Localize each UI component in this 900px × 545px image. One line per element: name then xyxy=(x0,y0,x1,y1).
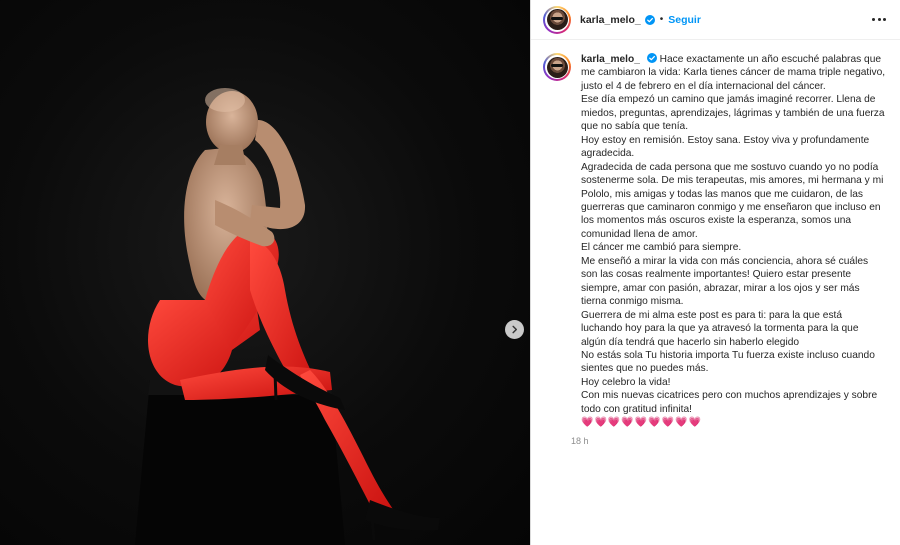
follow-button[interactable]: Seguir xyxy=(668,14,701,26)
post-timestamp[interactable]: 18 h xyxy=(571,436,886,446)
caption-username[interactable]: karla_melo_ xyxy=(581,54,640,65)
post-side-panel: karla_melo_ • Seguir karla_melo_ Hace ex… xyxy=(530,0,900,545)
avatar[interactable] xyxy=(543,5,571,34)
verified-badge-icon xyxy=(644,14,655,25)
caption-line: Hoy estoy en remisión. Estoy sana. Estoy… xyxy=(581,134,870,160)
caption-line: Hoy celebro la vida! xyxy=(581,376,671,388)
caption-line: El cáncer me cambió para siempre. xyxy=(581,242,742,254)
caption-line: Guerrera de mi alma este post es para ti… xyxy=(581,309,859,348)
post-header: karla_melo_ • Seguir xyxy=(531,0,900,40)
photo-illustration xyxy=(135,88,440,545)
next-image-button[interactable] xyxy=(505,320,524,339)
hearts-emoji: 💗💗💗💗💗💗💗💗💗 xyxy=(581,417,703,429)
username[interactable]: karla_melo_ xyxy=(580,14,641,26)
separator: • xyxy=(659,14,664,25)
caption-line: Con mis nuevas cicatrices pero con mucho… xyxy=(581,390,878,415)
more-options-icon[interactable] xyxy=(870,14,888,25)
caption-line: Agradecida de cada persona que me sostuv… xyxy=(581,161,884,240)
post-image[interactable] xyxy=(0,0,530,545)
caption-area: karla_melo_ Hace exactamente un año escu… xyxy=(531,40,900,446)
chevron-right-icon xyxy=(512,325,518,334)
caption: karla_melo_ Hace exactamente un año escu… xyxy=(581,53,886,430)
caption-line: No estás sola Tu historia importa Tu fue… xyxy=(581,349,875,375)
caption-line: Ese día empezó un camino que jamás imagi… xyxy=(581,94,885,133)
caption-avatar[interactable] xyxy=(543,53,571,81)
caption-line: Me enseñó a mirar la vida con más concie… xyxy=(581,255,869,308)
verified-badge-icon xyxy=(646,53,657,63)
